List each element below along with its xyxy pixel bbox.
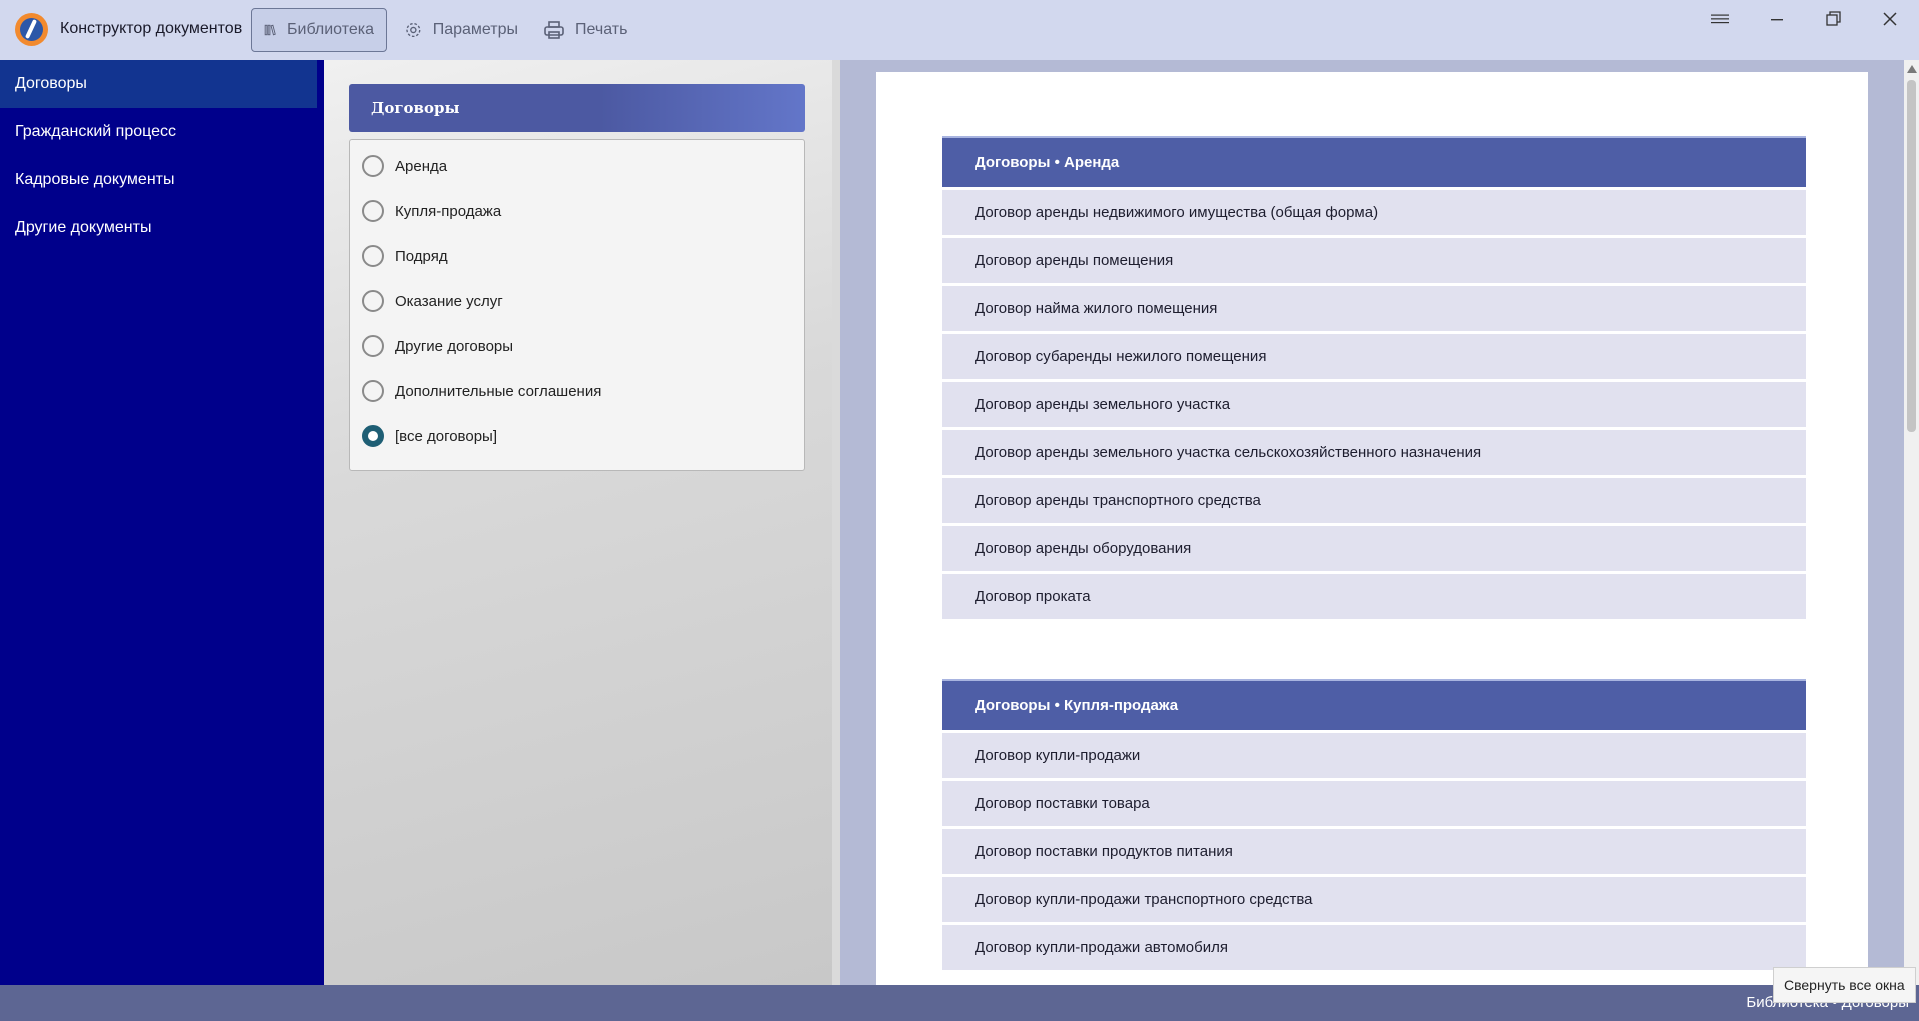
close-button[interactable] bbox=[1865, 8, 1915, 30]
sidebar-item-hr-documents[interactable]: Кадровые документы bbox=[0, 156, 324, 204]
radio-button[interactable] bbox=[362, 200, 384, 222]
radio-option-purchase-sale[interactable]: Купля-продажа bbox=[362, 200, 501, 222]
radio-label: Другие договоры bbox=[395, 337, 514, 355]
radio-label: Подряд bbox=[395, 247, 448, 265]
panel-splitter[interactable] bbox=[832, 60, 840, 985]
radio-option-rent[interactable]: Аренда bbox=[362, 155, 447, 177]
settings-label: Параметры bbox=[432, 21, 518, 38]
document-link[interactable]: Договор купли-продажи транспортного сред… bbox=[942, 877, 1806, 922]
document-section-rent: Договоры • Аренда Договор аренды недвижи… bbox=[942, 136, 1806, 619]
sidebar: Договоры Гражданский процесс Кадровые до… bbox=[0, 60, 324, 985]
radio-option-contract-work[interactable]: Подряд bbox=[362, 245, 448, 267]
minimize-button[interactable] bbox=[1752, 8, 1802, 30]
library-button[interactable]: Библиотека bbox=[251, 8, 387, 52]
radio-label: Аренда bbox=[395, 157, 448, 175]
tooltip: Свернуть все окна bbox=[1773, 967, 1916, 1003]
radio-option-all-contracts[interactable]: [все договоры] bbox=[362, 425, 497, 447]
document-link[interactable]: Договор купли-продажи автомобиля bbox=[942, 925, 1806, 970]
books-icon bbox=[264, 24, 276, 36]
radio-label: Дополнительные соглашения bbox=[395, 382, 602, 400]
radio-button[interactable] bbox=[362, 245, 384, 267]
sidebar-item-contracts[interactable]: Договоры bbox=[0, 60, 317, 108]
document-link[interactable]: Договор аренды недвижимого имущества (об… bbox=[942, 190, 1806, 235]
print-button[interactable]: Печать bbox=[531, 8, 641, 52]
scrollbar-thumb[interactable] bbox=[1907, 80, 1916, 432]
document-link[interactable]: Договор поставки продуктов питания bbox=[942, 829, 1806, 874]
radio-button[interactable] bbox=[362, 335, 384, 357]
minimize-icon bbox=[1771, 19, 1783, 21]
restore-button[interactable] bbox=[1808, 8, 1858, 30]
section-header: Договоры • Купля-продажа bbox=[942, 679, 1806, 730]
menu-button[interactable] bbox=[1695, 8, 1745, 30]
radio-label: [все договоры] bbox=[395, 427, 497, 445]
title-bar: Конструктор документов Библиотека Параме… bbox=[0, 0, 1919, 60]
document-link[interactable]: Договор аренды земельного участка bbox=[942, 382, 1806, 427]
radio-button[interactable] bbox=[362, 290, 384, 312]
close-icon bbox=[1883, 12, 1897, 26]
scroll-up-arrow-icon[interactable] bbox=[1907, 65, 1917, 73]
radio-button-selected[interactable] bbox=[362, 425, 384, 447]
document-link[interactable]: Договор аренды земельного участка сельск… bbox=[942, 430, 1806, 475]
document-link[interactable]: Договор аренды оборудования bbox=[942, 526, 1806, 571]
document-link[interactable]: Договор проката bbox=[942, 574, 1806, 619]
library-label: Библиотека bbox=[287, 21, 374, 38]
document-link[interactable]: Договор аренды помещения bbox=[942, 238, 1806, 283]
radio-button[interactable] bbox=[362, 155, 384, 177]
hamburger-icon bbox=[1711, 14, 1729, 24]
gear-icon bbox=[406, 22, 421, 38]
radio-option-services[interactable]: Оказание услуг bbox=[362, 290, 503, 312]
document-section-purchase-sale: Договоры • Купля-продажа Договор купли-п… bbox=[942, 679, 1806, 970]
radio-option-other-contracts[interactable]: Другие договоры bbox=[362, 335, 513, 357]
vertical-scrollbar[interactable] bbox=[1904, 60, 1919, 985]
sidebar-item-civil-process[interactable]: Гражданский процесс bbox=[0, 108, 324, 156]
radio-button[interactable] bbox=[362, 380, 384, 402]
print-label: Печать bbox=[575, 21, 628, 38]
document-link[interactable]: Договор аренды транспортного средства bbox=[942, 478, 1806, 523]
settings-button[interactable]: Параметры bbox=[392, 8, 530, 52]
section-header: Договоры • Аренда bbox=[942, 136, 1806, 187]
radio-label: Оказание услуг bbox=[395, 292, 503, 310]
printer-icon bbox=[544, 21, 564, 39]
restore-icon bbox=[1826, 11, 1841, 26]
document-link[interactable]: Договор субаренды нежилого помещения bbox=[942, 334, 1806, 379]
sidebar-item-other-documents[interactable]: Другие документы bbox=[0, 204, 324, 252]
category-radio-group: Аренда Купля-продажа Подряд Оказание усл… bbox=[349, 139, 805, 471]
radio-label: Купля-продажа bbox=[395, 202, 502, 220]
app-logo-icon bbox=[15, 13, 48, 46]
status-bar: Библиотека • Договоры bbox=[0, 985, 1919, 1021]
app-title: Конструктор документов bbox=[60, 20, 243, 37]
document-link[interactable]: Договор найма жилого помещения bbox=[942, 286, 1806, 331]
document-link[interactable]: Договор поставки товара bbox=[942, 781, 1806, 826]
radio-option-additional-agreements[interactable]: Дополнительные соглашения bbox=[362, 380, 601, 402]
document-link[interactable]: Договор купли-продажи bbox=[942, 733, 1806, 778]
category-title: Договоры bbox=[349, 84, 805, 132]
